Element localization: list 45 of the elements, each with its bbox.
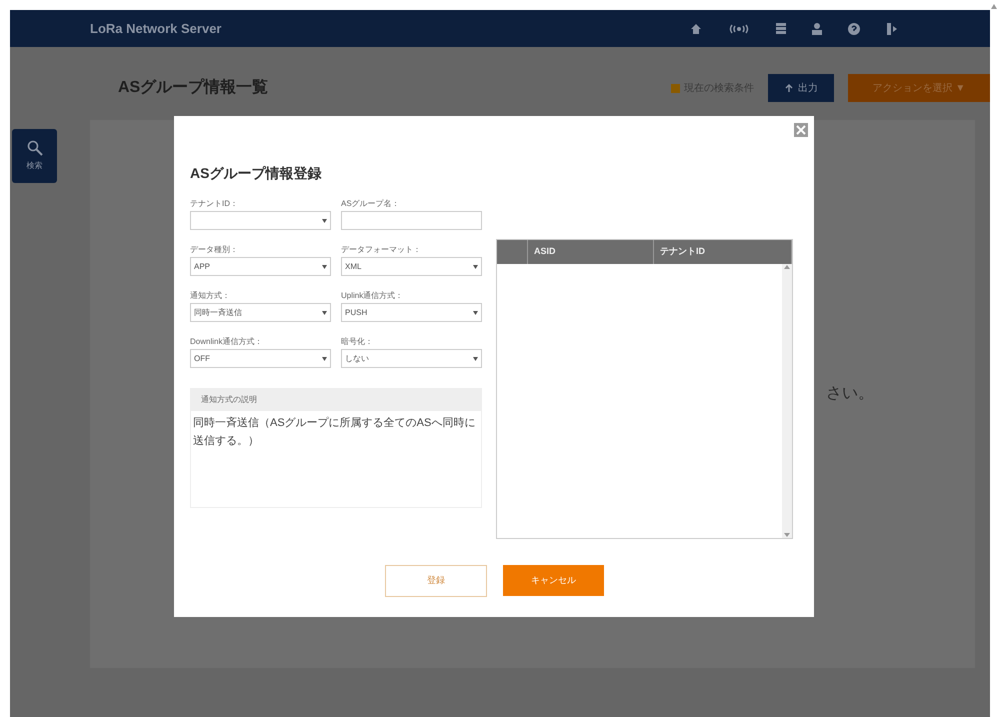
list-icon bbox=[671, 84, 680, 92]
select-field[interactable]: APP bbox=[190, 257, 331, 276]
field-label: Uplink通信方式： bbox=[341, 290, 404, 300]
field-label: データ種別： bbox=[190, 244, 239, 254]
field-label: テナントID： bbox=[190, 198, 239, 208]
input-field[interactable] bbox=[341, 211, 482, 230]
export-icon bbox=[784, 83, 794, 93]
field-label: 暗号化： bbox=[341, 336, 374, 346]
dropdown-caret-icon[interactable] bbox=[322, 218, 327, 222]
select-field[interactable]: しない bbox=[341, 349, 482, 368]
logout-icon[interactable] bbox=[886, 22, 898, 34]
search-icon bbox=[26, 140, 42, 156]
export-button[interactable]: 出力 bbox=[768, 74, 834, 102]
dropdown-caret-icon[interactable] bbox=[473, 264, 478, 268]
app-title: LoRa Network Server bbox=[90, 20, 222, 38]
dropdown-caret-icon[interactable] bbox=[322, 356, 327, 360]
field-label: データフォーマット： bbox=[341, 244, 422, 254]
description-heading: 通知方式の説明 bbox=[191, 389, 481, 411]
message-text: さい。 bbox=[826, 384, 874, 404]
dropdown-caret-icon[interactable] bbox=[473, 310, 478, 314]
cancel-button[interactable]: キャンセル bbox=[503, 565, 604, 596]
scroll-up-icon[interactable] bbox=[991, 4, 997, 9]
select-field[interactable]: XML bbox=[341, 257, 482, 276]
select-field[interactable]: PUSH bbox=[341, 303, 482, 322]
search-side-button[interactable]: 検索 bbox=[12, 129, 57, 183]
help-icon[interactable] bbox=[848, 22, 860, 34]
column-header[interactable]: ASID bbox=[528, 240, 654, 264]
dropdown-caret-icon[interactable] bbox=[473, 356, 478, 360]
select-field[interactable]: OFF bbox=[190, 349, 331, 368]
signal-icon[interactable] bbox=[728, 22, 750, 34]
field-label: 通知方式： bbox=[190, 290, 231, 300]
register-button[interactable]: 登録 bbox=[385, 565, 487, 597]
dropdown-caret-icon[interactable] bbox=[322, 310, 327, 314]
dropdown-caret-icon[interactable] bbox=[322, 264, 327, 268]
close-icon[interactable] bbox=[794, 123, 808, 137]
select-field[interactable]: 同時一斉送信 bbox=[190, 303, 331, 322]
description-text: 同時一斉送信（ASグループに所属する全てのASへ同時に送信する。） bbox=[192, 416, 476, 449]
user-icon[interactable] bbox=[812, 22, 822, 34]
dialog-title: ASグループ情報登録 bbox=[190, 164, 322, 183]
select-field[interactable] bbox=[190, 211, 331, 230]
field-label: ASグループ名： bbox=[341, 198, 401, 208]
page-title: ASグループ情報一覧 bbox=[118, 77, 268, 98]
database-icon[interactable] bbox=[776, 22, 786, 34]
home-icon[interactable] bbox=[690, 22, 702, 34]
field-label: Downlink通信方式： bbox=[190, 336, 264, 346]
